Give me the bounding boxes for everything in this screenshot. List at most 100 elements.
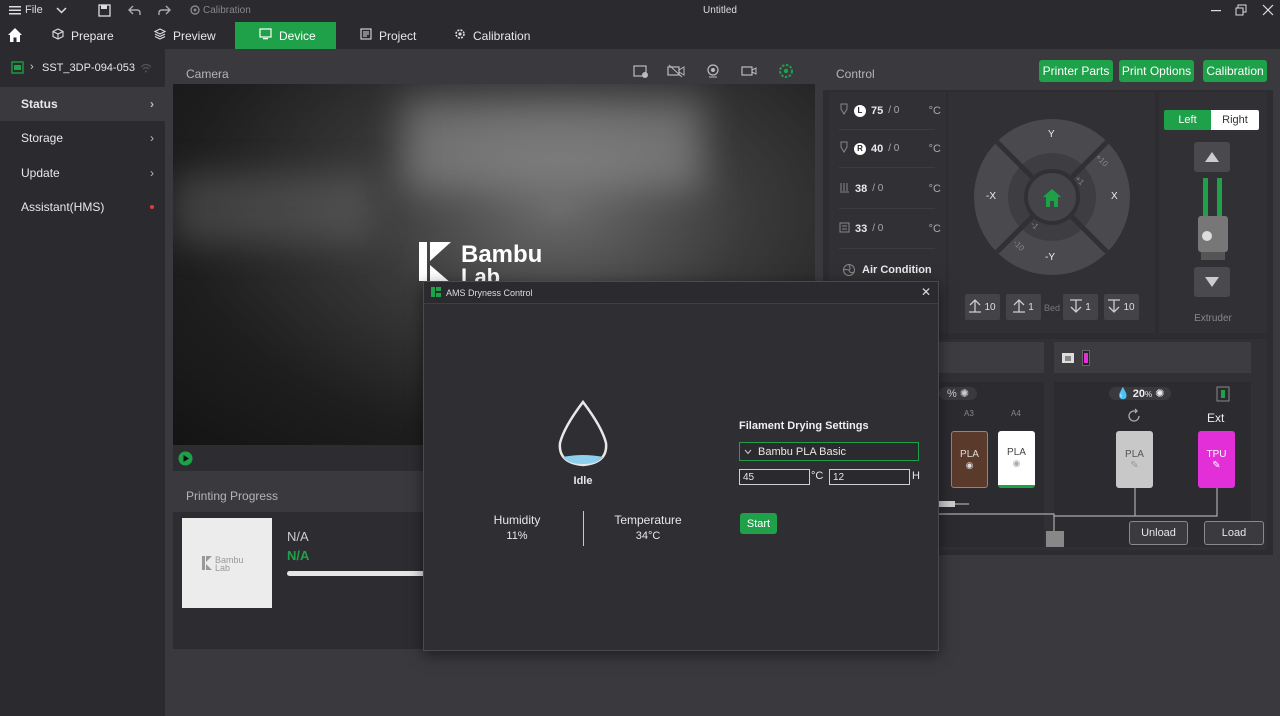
drying-settings-title: Filament Drying Settings	[739, 420, 869, 432]
app-icon	[431, 286, 441, 299]
extrude-up-button[interactable]	[1194, 142, 1230, 172]
temp-value: 33	[855, 222, 868, 235]
bed-down-1-button[interactable]: 1	[1063, 294, 1098, 320]
webcam-icon[interactable]	[706, 64, 720, 81]
tab-prepare[interactable]: Prepare	[36, 22, 132, 49]
filament-select[interactable]: Bambu PLA Basic	[739, 442, 919, 461]
tab-label: Prepare	[71, 28, 114, 43]
main-tab-bar: Prepare Preview Device Project Calibrati…	[0, 22, 1280, 49]
file-menu[interactable]: File	[25, 4, 43, 16]
ams-slot-a3[interactable]: PLA ◉	[951, 431, 988, 488]
video-icon[interactable]	[741, 64, 757, 81]
drying-time-input[interactable]: 12	[829, 469, 910, 485]
camera-off-icon[interactable]	[667, 64, 685, 81]
dryness-state: Idle	[573, 475, 593, 487]
project-icon	[360, 28, 372, 43]
ams-tab-1[interactable]	[939, 342, 1044, 373]
hamburger-icon[interactable]	[9, 4, 21, 16]
save-icon[interactable]	[98, 4, 111, 20]
device-name[interactable]: SST_3DP-094-053	[42, 62, 135, 74]
filament-select-value: Bambu PLA Basic	[758, 445, 847, 458]
chevron-down-icon[interactable]	[56, 5, 67, 19]
bed-temp[interactable]: 38 / 0 °C	[839, 169, 941, 209]
bed-down-10-button[interactable]: 10	[1104, 294, 1139, 320]
ext-slot-tpu[interactable]: TPU ✎	[1198, 431, 1235, 488]
temp-value: 40	[871, 142, 884, 155]
unload-button[interactable]: Unload	[1129, 521, 1188, 545]
calibration-button[interactable]: Calibration	[1203, 60, 1267, 82]
droplet-icon	[554, 399, 612, 472]
chamber-temp[interactable]: 33 / 0 °C	[839, 209, 941, 249]
right-nozzle-temp[interactable]: R 40 / 0 °C	[839, 130, 941, 168]
refresh-icon[interactable]	[1126, 408, 1142, 427]
sidebar-item-storage[interactable]: Storage ›	[0, 121, 165, 155]
home-icon[interactable]	[7, 27, 23, 46]
bed-up-1-button[interactable]: 1	[1006, 294, 1041, 320]
jog-y-minus[interactable]: -Y	[1045, 252, 1055, 263]
triangle-up-icon	[1205, 152, 1219, 162]
extruder-left-toggle[interactable]: Left	[1164, 110, 1211, 130]
sd-card-icon[interactable]	[633, 64, 649, 81]
arrow-up-icon	[1013, 298, 1026, 316]
humidity-value: 20	[1132, 388, 1146, 400]
restore-icon[interactable]	[1235, 4, 1247, 19]
jog-y-plus[interactable]: Y	[1048, 129, 1055, 140]
edit-icon: ✎	[1212, 459, 1221, 471]
title-bar: File Calibration Untitled	[0, 0, 1280, 22]
ams-humidity-right[interactable]: 💧 20% ✺	[1109, 387, 1172, 400]
ams-unit-icon	[1061, 351, 1075, 368]
bed-step-label: 10	[984, 301, 996, 313]
redo-icon[interactable]	[158, 4, 171, 20]
close-icon[interactable]: ✕	[921, 285, 931, 299]
calibration-title-label[interactable]: Calibration	[203, 5, 251, 16]
print-job-name: N/A	[287, 529, 309, 544]
tab-label: Project	[379, 28, 417, 43]
ams-tab-2[interactable]	[1054, 342, 1251, 373]
close-window-icon[interactable]	[1262, 4, 1274, 19]
left-nozzle-temp[interactable]: L 75 / 0 °C	[839, 92, 941, 130]
ams-slot-pla[interactable]: PLA ✎	[1116, 431, 1153, 488]
extruder-right-toggle[interactable]: Right	[1211, 110, 1259, 130]
humidity-unit: %	[947, 388, 957, 400]
tab-device[interactable]: Device	[235, 22, 336, 49]
progress-bar	[287, 571, 427, 576]
tpu-mini-icon	[1082, 350, 1090, 366]
left-badge: L	[854, 104, 866, 117]
tab-preview[interactable]: Preview	[138, 22, 234, 49]
start-button[interactable]: Start	[740, 513, 777, 534]
play-icon[interactable]	[178, 451, 193, 469]
sidebar-item-assistant[interactable]: Assistant(HMS)	[0, 190, 165, 224]
tab-calibration[interactable]: Calibration	[438, 22, 548, 49]
ams-slot-a4[interactable]: PLA ◉	[998, 431, 1035, 488]
temp-target: / 0	[888, 105, 900, 116]
air-condition-label[interactable]: Air Condition	[862, 264, 932, 276]
bed-up-10-button[interactable]: 10	[965, 294, 1000, 320]
printer-parts-button[interactable]: Printer Parts	[1039, 60, 1113, 82]
arrow-up-icon	[969, 298, 982, 316]
temperature-label: Temperature	[614, 513, 682, 527]
undo-icon[interactable]	[128, 4, 141, 20]
camera-settings-icon[interactable]	[778, 63, 794, 82]
calibration-gear-icon[interactable]	[189, 4, 201, 19]
thumb-text-2: Lab	[215, 563, 231, 573]
tab-project[interactable]: Project	[344, 22, 434, 49]
tab-label: Preview	[173, 28, 216, 43]
jog-x-minus[interactable]: -X	[986, 191, 996, 202]
print-options-button[interactable]: Print Options	[1119, 60, 1194, 82]
jog-x-plus[interactable]: X	[1111, 191, 1118, 202]
extrude-down-button[interactable]	[1194, 267, 1230, 297]
sidebar-item-label: Status	[21, 97, 58, 111]
nozzle-icon	[839, 103, 849, 118]
load-button[interactable]: Load	[1204, 521, 1264, 545]
spool-label: PLA	[1007, 447, 1026, 458]
sidebar-item-status[interactable]: Status ›	[0, 87, 165, 121]
spool-label: TPU	[1206, 448, 1227, 460]
drying-temp-input[interactable]: 45	[739, 469, 810, 485]
temp-unit: °C	[928, 182, 941, 195]
humidity-unit: %	[1145, 390, 1153, 399]
bed-step-label: 10	[1123, 301, 1135, 313]
sidebar-item-update[interactable]: Update ›	[0, 156, 165, 190]
minimize-icon[interactable]	[1210, 4, 1222, 19]
home-axis-icon[interactable]	[1042, 188, 1062, 211]
chevron-down-icon	[744, 446, 752, 458]
